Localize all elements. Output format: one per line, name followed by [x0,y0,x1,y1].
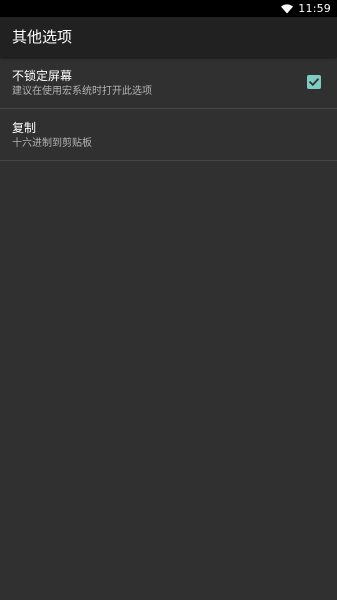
status-bar: 11:59 [0,0,337,17]
pref-item-keep-screen-on[interactable]: 不锁定屏幕 建议在使用宏系统时打开此选项 [0,57,337,109]
status-clock: 11:59 [298,2,331,15]
wifi-icon [281,3,294,14]
keep-screen-on-checkbox[interactable] [307,75,321,89]
pref-summary: 十六进制到剪贴板 [12,137,92,149]
pref-summary: 建议在使用宏系统时打开此选项 [12,85,152,97]
pref-title: 复制 [12,120,37,135]
pref-item-copy[interactable]: 复制 十六进制到剪贴板 [0,109,337,161]
pref-title: 不锁定屏幕 [12,68,73,83]
app-bar: 其他选项 [0,17,337,57]
checkmark-icon [308,78,320,87]
preference-list: 不锁定屏幕 建议在使用宏系统时打开此选项 复制 十六进制到剪贴板 [0,57,337,161]
page-title: 其他选项 [12,28,73,46]
